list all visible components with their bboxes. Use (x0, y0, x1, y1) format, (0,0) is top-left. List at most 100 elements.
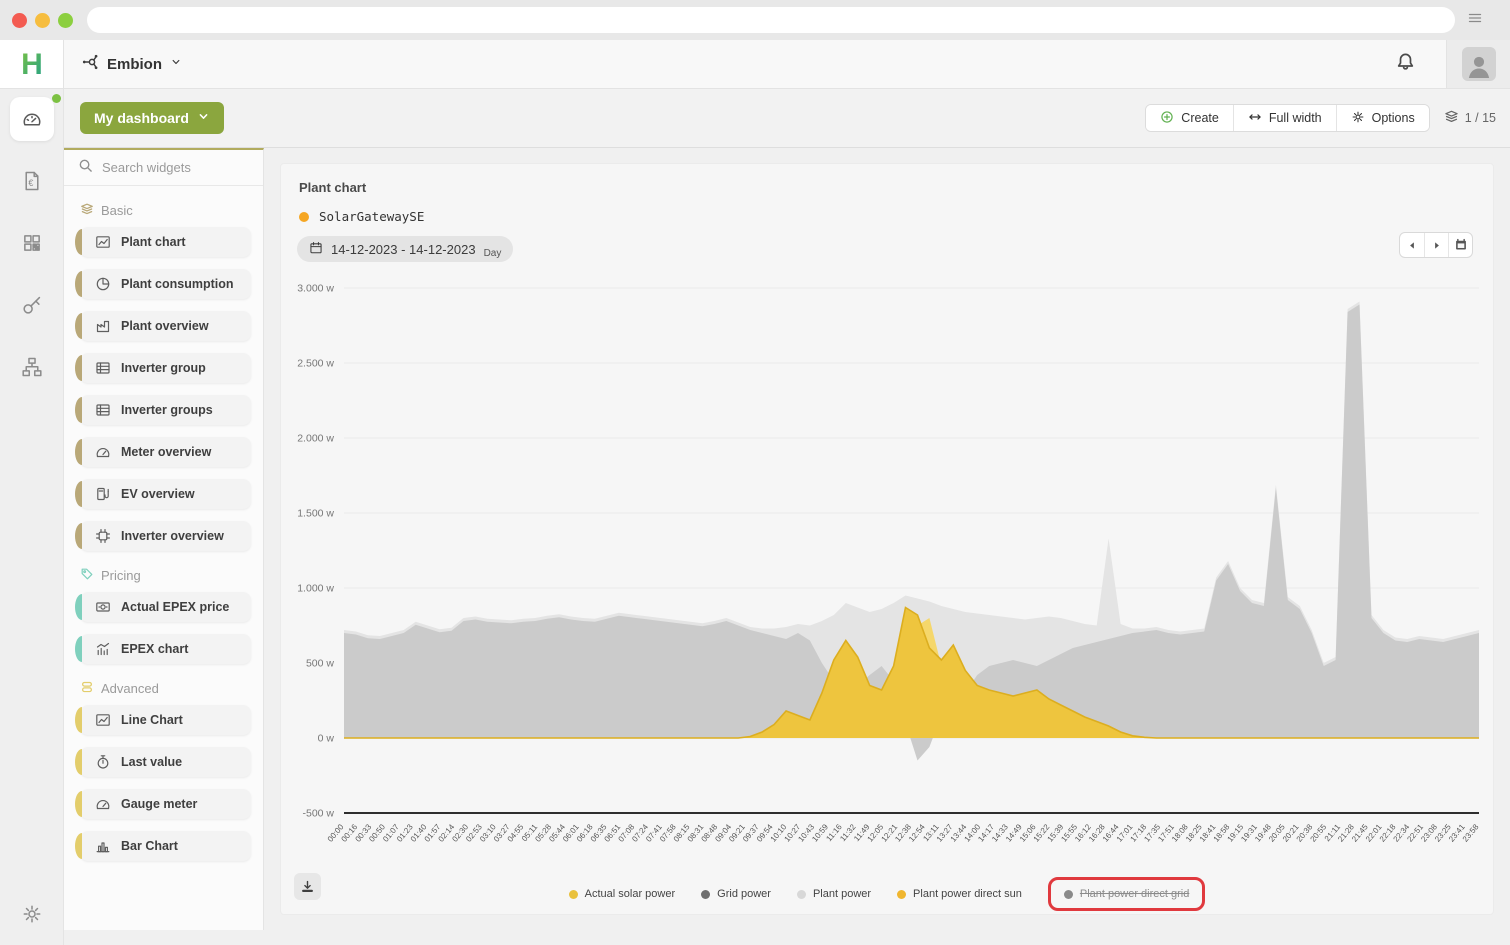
legend-dot (569, 890, 578, 899)
widget-item-label: EV overview (121, 487, 195, 501)
next-period-button[interactable] (1424, 233, 1448, 257)
section-label: Pricing (101, 568, 141, 583)
widget-item-meter-overview[interactable]: Meter overview (80, 437, 251, 467)
legend-dot (1064, 890, 1073, 899)
toolbar-button-group: Create Full width Options (1145, 104, 1429, 132)
widget-item-inverter-groups[interactable]: Inverter groups (80, 395, 251, 425)
gear-icon (1351, 110, 1365, 127)
key-icon (21, 294, 43, 316)
accent-bracket (75, 749, 82, 775)
calendar-solid-icon (1454, 238, 1468, 252)
widget-sidebar: BasicPlant chartPlant consumptionPlant o… (64, 148, 264, 930)
widget-item-epex-chart[interactable]: EPEX chart (80, 634, 251, 664)
widget-item-label: Plant consumption (121, 277, 234, 291)
stack-icon (80, 680, 94, 694)
accent-bracket (75, 229, 82, 255)
widget-item-plant-chart[interactable]: Plant chart (80, 227, 251, 257)
toolbar-right: Create Full width Options 1 / 15 (1145, 104, 1496, 132)
share-nodes-icon (81, 53, 99, 76)
widget-item-ev-overview[interactable]: EV overview (80, 479, 251, 509)
widget-item-label: Plant overview (121, 319, 209, 333)
widget-item-actual-epex-price[interactable]: Actual EPEX price (80, 592, 251, 622)
date-range-button[interactable]: 14-12-2023 - 14-12-2023 Day (297, 236, 513, 262)
rail-item-widgets[interactable] (10, 221, 54, 265)
org-name: Embion (107, 56, 162, 73)
svg-text:0 w: 0 w (318, 733, 335, 745)
chevron-down-icon (197, 110, 210, 126)
widget-item-line-chart[interactable]: Line Chart (80, 705, 251, 735)
legend-item-plant-power-direct-sun[interactable]: Plant power direct sun (897, 888, 1022, 900)
widget-item-plant-consumption[interactable]: Plant consumption (80, 269, 251, 299)
widget-item-plant-overview[interactable]: Plant overview (80, 311, 251, 341)
section-label: Advanced (101, 681, 159, 696)
plant-chart-widget: Plant chart SolarGatewaySE 14-12-2023 - … (280, 163, 1494, 915)
minimize-window-button[interactable] (35, 13, 50, 28)
legend-label: Plant power direct grid (1080, 888, 1189, 900)
dashboard-selector-button[interactable]: My dashboard (80, 102, 224, 134)
bar-chart-icon (95, 838, 111, 854)
full-width-label: Full width (1269, 111, 1322, 125)
create-label: Create (1181, 111, 1219, 125)
svg-text:1.500 w: 1.500 w (297, 508, 334, 520)
svg-text:-500 w: -500 w (302, 808, 334, 820)
widget-item-inverter-group[interactable]: Inverter group (80, 353, 251, 383)
invoice-icon: € (21, 170, 43, 192)
legend-item-grid-power[interactable]: Grid power (701, 888, 771, 900)
tag-icon (80, 567, 94, 581)
svg-text:1.000 w: 1.000 w (297, 583, 334, 595)
chart-legend: Actual solar power Grid power Plant power P… (281, 888, 1493, 900)
legend-item-plant-power[interactable]: Plant power (797, 888, 871, 900)
settings-button[interactable] (0, 903, 64, 925)
app-header: H Embion (0, 40, 1510, 89)
legend-dot (797, 890, 806, 899)
apps-icon (21, 232, 43, 254)
maximize-window-button[interactable] (58, 13, 73, 28)
rail-item-dashboard[interactable] (10, 97, 54, 141)
app-logo[interactable]: H (0, 40, 64, 88)
widget-item-label: Plant chart (121, 235, 186, 249)
plus-circle-icon (1160, 110, 1174, 124)
date-range-label: 14-12-2023 - 14-12-2023 (331, 242, 476, 257)
accent-bracket (75, 594, 82, 620)
rail-item-topology[interactable] (10, 345, 54, 389)
widget-item-bar-chart[interactable]: Bar Chart (80, 831, 251, 861)
browser-menu-icon[interactable] (1467, 10, 1483, 31)
widget-item-label: EPEX chart (121, 642, 188, 656)
date-granularity: Day (484, 248, 502, 259)
layers-icon (1444, 109, 1459, 127)
legend-item-actual-solar-power[interactable]: Actual solar power (569, 888, 676, 900)
accent-bracket (75, 397, 82, 423)
user-menu[interactable] (1446, 40, 1510, 88)
search-input[interactable] (102, 160, 242, 175)
pie-chart-icon (95, 276, 111, 292)
section-header-advanced: Advanced (80, 680, 263, 697)
table-list-icon (95, 402, 111, 418)
legend-item-plant-power-direct-grid[interactable]: Plant power direct grid (1048, 877, 1205, 911)
create-button[interactable]: Create (1146, 105, 1233, 131)
full-width-button[interactable]: Full width (1233, 105, 1336, 131)
device-status-dot (299, 212, 309, 222)
accent-bracket (75, 271, 82, 297)
legend-dot (701, 890, 710, 899)
address-bar[interactable] (87, 7, 1455, 33)
legend-label: Plant power direct sun (913, 888, 1022, 900)
close-window-button[interactable] (12, 13, 27, 28)
widget-item-gauge-meter[interactable]: Gauge meter (80, 789, 251, 819)
dashboard-page-indicator[interactable]: 1 / 15 (1444, 109, 1496, 127)
calendar-icon (309, 241, 323, 255)
screen: H Embion € My dashboard (0, 0, 1510, 945)
previous-period-button[interactable] (1400, 233, 1424, 257)
legend-label: Grid power (717, 888, 771, 900)
widget-item-inverter-overview[interactable]: Inverter overview (80, 521, 251, 551)
widget-item-last-value[interactable]: Last value (80, 747, 251, 777)
options-button[interactable]: Options (1336, 105, 1429, 131)
calendar-picker-button[interactable] (1448, 233, 1472, 257)
widget-item-label: Inverter groups (121, 403, 213, 417)
plant-chart: 3.000 w2.500 w2.000 w1.500 w1.000 w500 w… (281, 276, 1491, 871)
traffic-lights (12, 13, 73, 28)
rail-item-billing[interactable]: € (10, 159, 54, 203)
rail-item-access[interactable] (10, 283, 54, 327)
device-row: SolarGatewaySE (299, 209, 1493, 224)
org-switcher[interactable]: Embion (81, 53, 182, 76)
notifications-button[interactable] (1395, 51, 1416, 77)
